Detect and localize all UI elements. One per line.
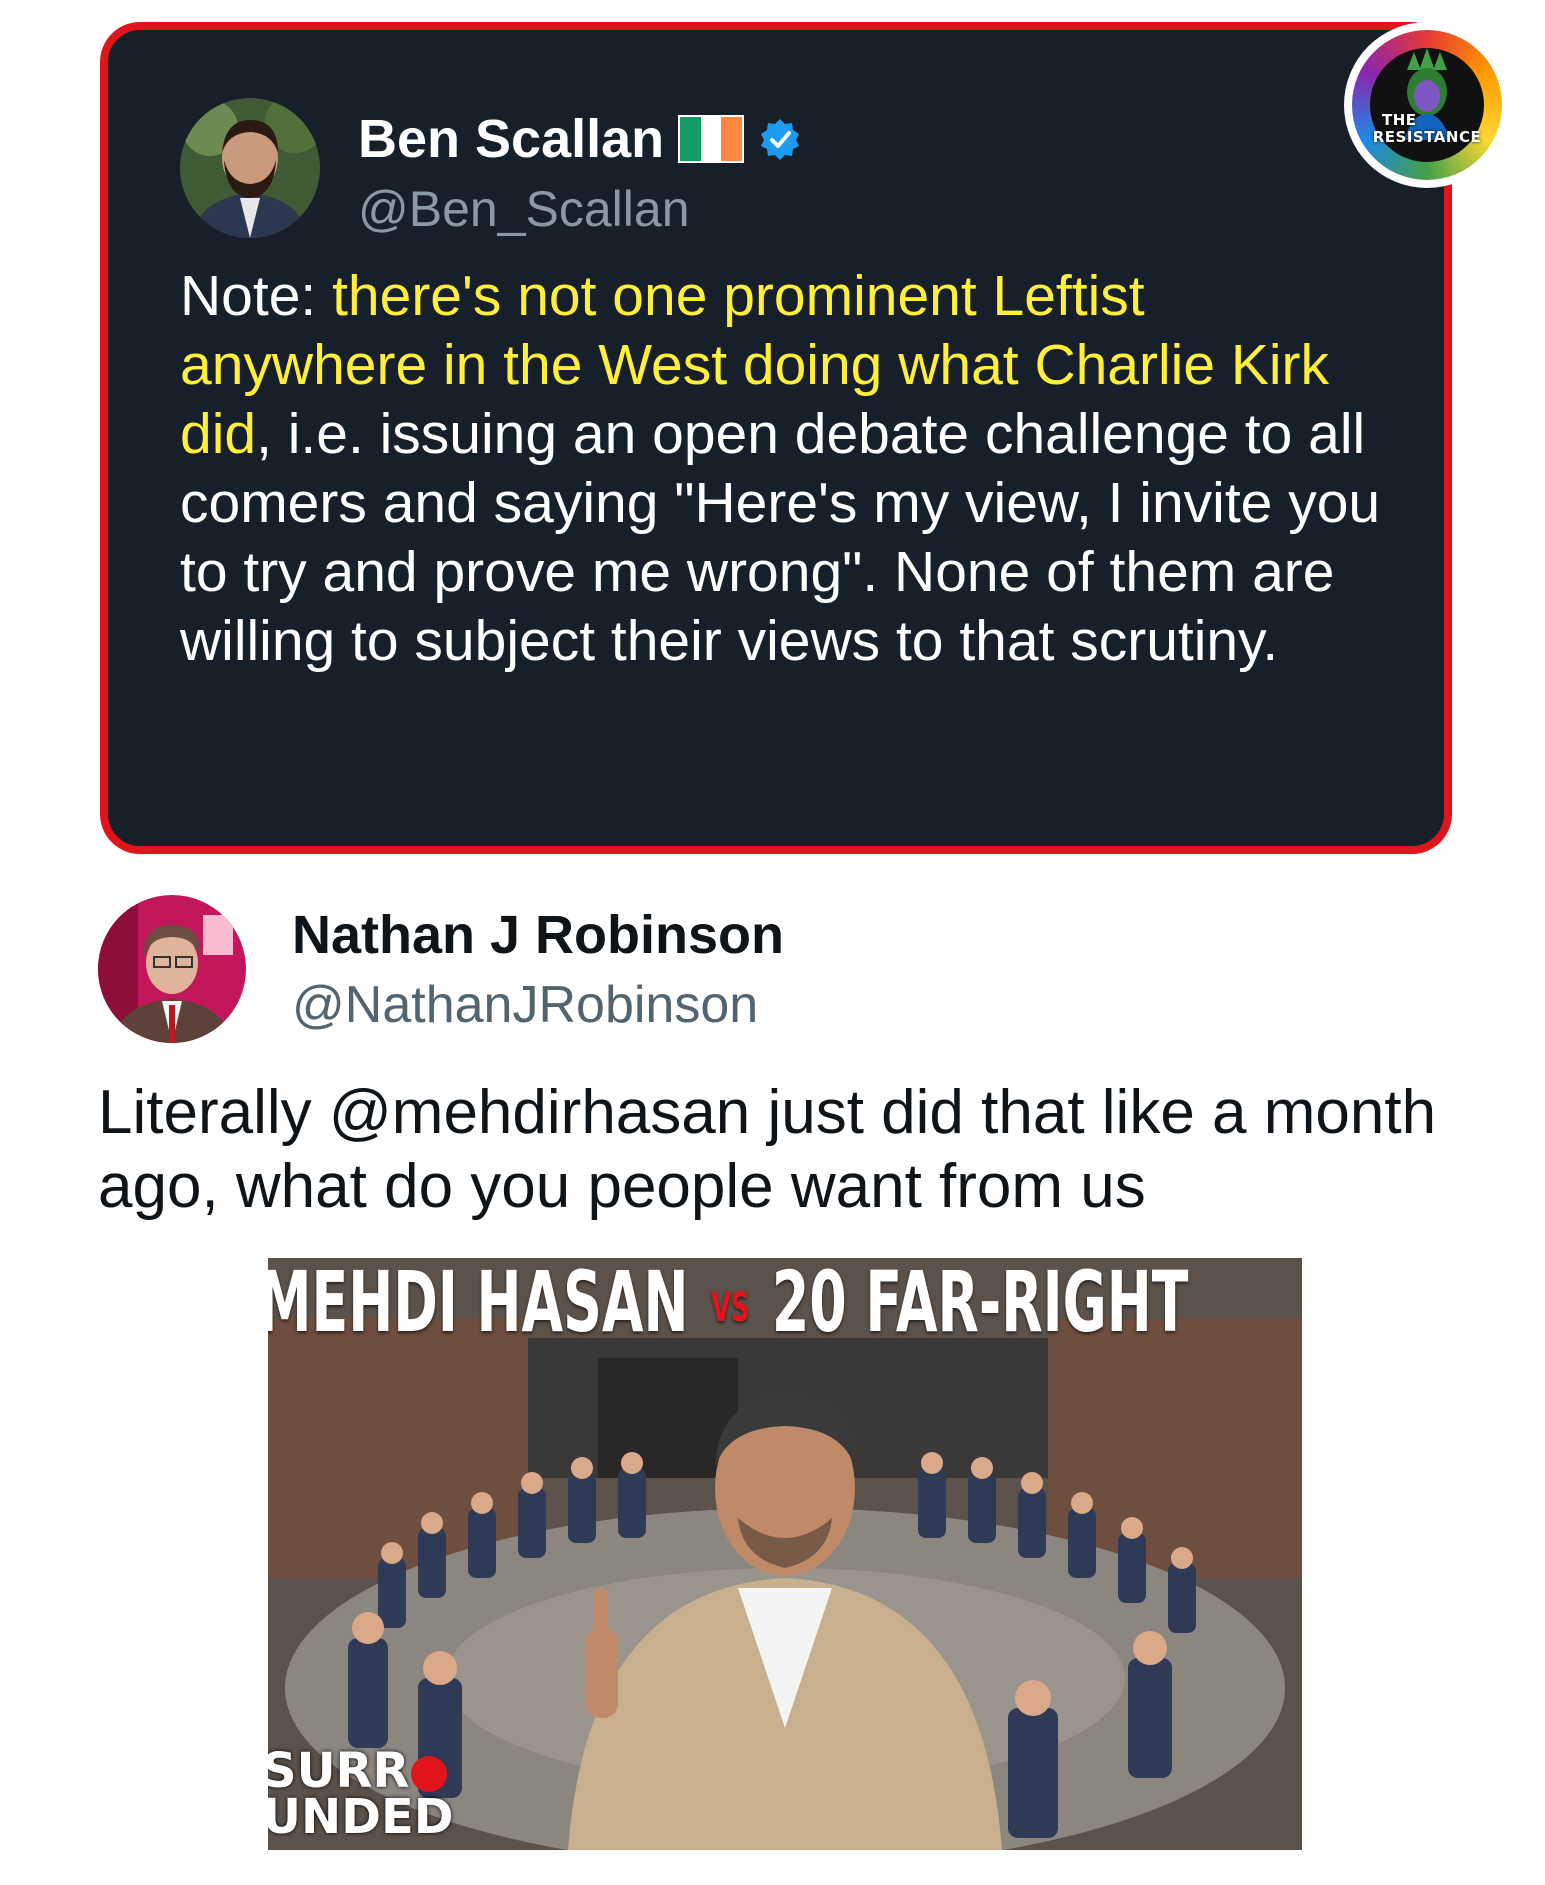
brand-dot-icon [411,1756,448,1792]
badge-text-line2: RESISTANCE [1372,128,1482,146]
reply-tweet-text: Literally @mehdirhasan just did that lik… [98,1078,1437,1221]
the-resistance-logo: THE RESISTANCE [1344,22,1510,188]
ben-scallan-avatar[interactable] [180,98,320,238]
reply-author-handle[interactable]: @NathanJRobinson [292,975,758,1035]
badge-text-line1: THE [1382,111,1417,129]
thumbnail-title: MEHDI HASAN VS 20 FAR-RIGHT [268,1258,1188,1358]
quoted-tweet-text: Note: there's not one prominent Leftist … [180,262,1400,676]
title-right: 20 FAR-RIGHT [771,1258,1189,1351]
quoted-author-handle[interactable]: @Ben_Scallan [358,180,690,238]
ireland-flag-icon [678,115,745,163]
reply-author-name[interactable]: Nathan J Robinson [292,904,784,966]
title-left: MEHDI HASAN [268,1258,689,1351]
title-vs: VS [711,1285,750,1332]
quoted-tweet-card[interactable]: Ben Scallan @Ben_Scallan Note: there's n… [100,22,1452,854]
verified-badge-icon [761,119,800,160]
text-rest: , i.e. issuing an open debate challenge … [180,402,1381,673]
video-thumbnail[interactable]: MEHDI HASAN VS 20 FAR-RIGHT SURR UNDED [268,1258,1302,1850]
brand-line2: UNDED [268,1789,454,1845]
statue-of-liberty-icon [1404,48,1450,140]
text-prefix: Note: [180,264,333,328]
quoted-author-name[interactable]: Ben Scallan [358,108,664,170]
surrounded-logo: SURR UNDED [268,1747,454,1841]
nathan-robinson-avatar[interactable] [98,895,246,1043]
